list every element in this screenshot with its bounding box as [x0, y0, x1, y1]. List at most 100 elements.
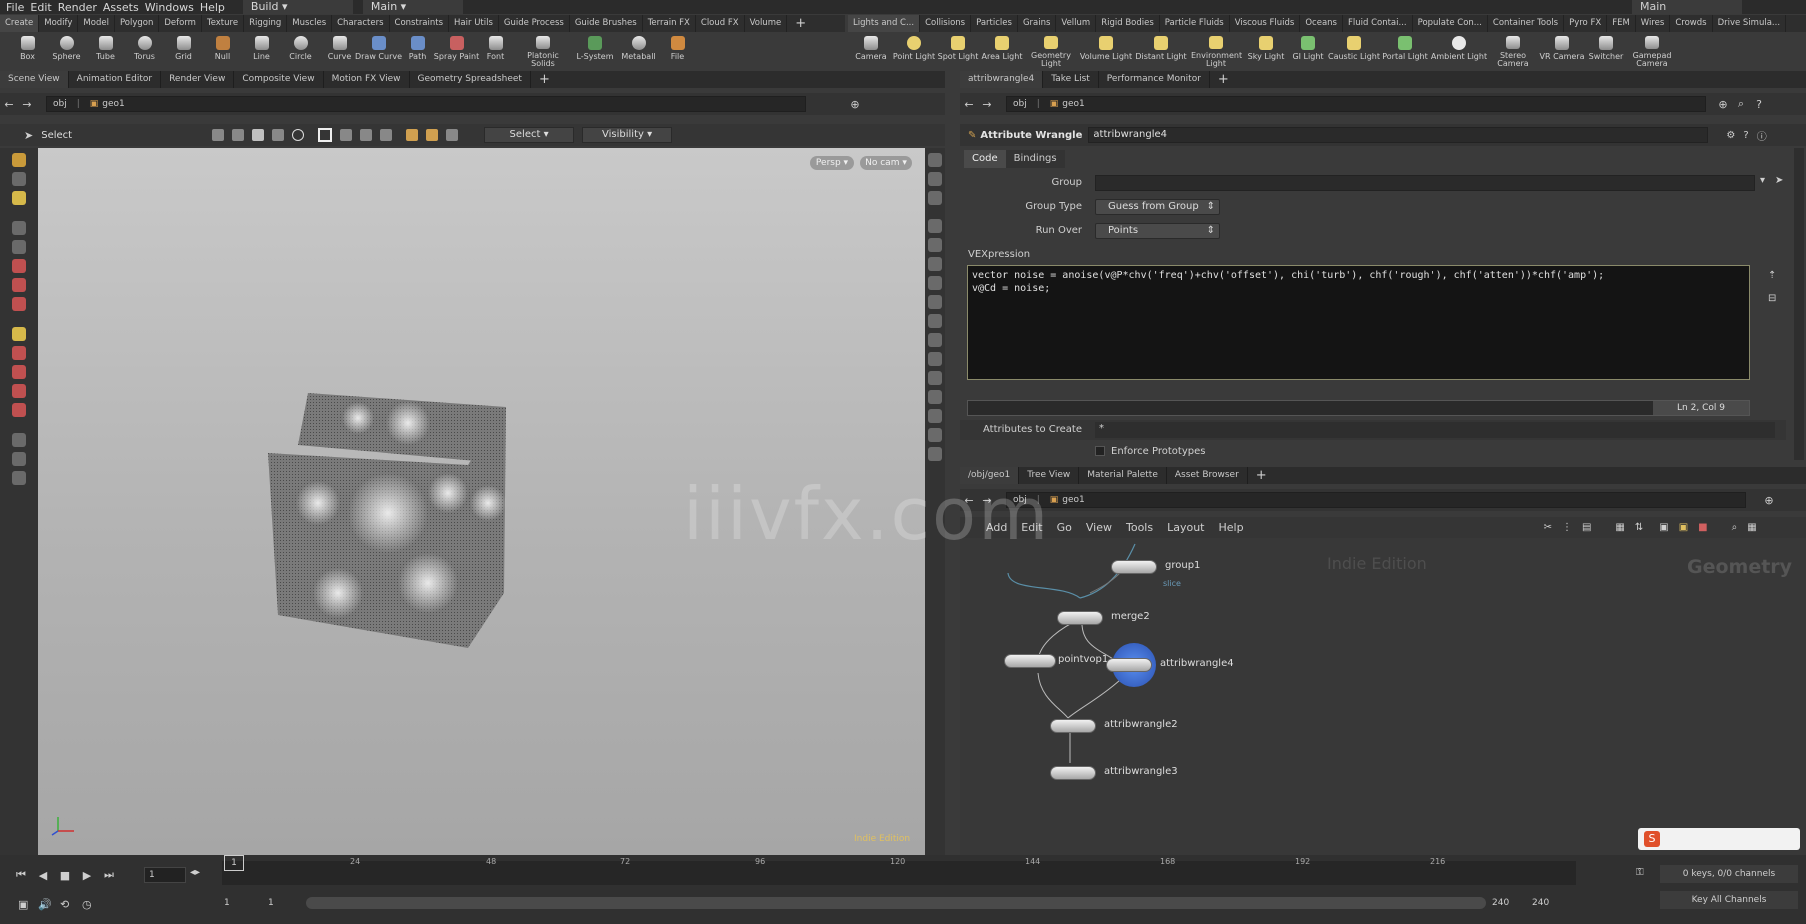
- edit-icon[interactable]: [12, 327, 26, 341]
- tab-geometry-spreadsheet[interactable]: Geometry Spreadsheet: [410, 71, 531, 88]
- shelf-tab[interactable]: Rigid Bodies: [1096, 15, 1160, 32]
- menu-tools[interactable]: Tools: [1126, 521, 1153, 534]
- number-icon[interactable]: [928, 371, 942, 385]
- tool-spot-light[interactable]: Spot Light: [936, 32, 980, 68]
- image-icon[interactable]: ▣: [1659, 522, 1668, 533]
- menu-help[interactable]: Help: [1219, 521, 1244, 534]
- menu-assets[interactable]: Assets: [103, 1, 139, 14]
- enforce-checkbox[interactable]: [1095, 446, 1105, 456]
- component-icon[interactable]: [232, 129, 245, 141]
- shelf-tab[interactable]: Vellum: [1056, 15, 1097, 32]
- tool-area-light[interactable]: Area Light: [980, 32, 1024, 68]
- secure-icon[interactable]: [406, 129, 419, 141]
- step-prev-icon[interactable]: ◂▸: [190, 867, 200, 878]
- range-end[interactable]: 240: [1492, 898, 1509, 908]
- abc-icon[interactable]: [928, 409, 942, 423]
- menu-go[interactable]: Go: [1057, 521, 1072, 534]
- run-over-menu[interactable]: Points ⇕: [1095, 223, 1220, 239]
- tab-animation-editor[interactable]: Animation Editor: [69, 71, 162, 88]
- network-path-field[interactable]: obj | ▣ geo1: [1006, 492, 1746, 508]
- shelf-tab[interactable]: Populate Con...: [1413, 15, 1488, 32]
- transform-icon[interactable]: [12, 365, 26, 379]
- list-icon[interactable]: ▤: [1582, 522, 1591, 533]
- loop-icon[interactable]: ⟲: [60, 898, 82, 911]
- sort-icon[interactable]: ⇅: [1635, 522, 1643, 533]
- tool-grid[interactable]: Grid: [164, 32, 203, 68]
- node-attribwrangle3[interactable]: attribwrangle3: [1050, 766, 1178, 780]
- camera-tool-icon[interactable]: [12, 452, 26, 466]
- shelf-tab[interactable]: Rigging: [244, 15, 288, 32]
- shelf-tab[interactable]: Guide Brushes: [570, 15, 643, 32]
- rotate-icon[interactable]: [12, 278, 26, 292]
- tool-ambient-light[interactable]: Ambient Light: [1430, 32, 1488, 68]
- menu-help[interactable]: Help: [200, 1, 225, 14]
- tool-font[interactable]: Font: [476, 32, 515, 68]
- shelf-tab[interactable]: Viscous Fluids: [1230, 15, 1301, 32]
- snap-icon[interactable]: [426, 129, 439, 141]
- help-icon[interactable]: ?: [1750, 98, 1768, 111]
- tab-composite-view[interactable]: Composite View: [234, 71, 324, 88]
- view-icon[interactable]: [12, 172, 26, 186]
- shelf-tab[interactable]: Texture: [202, 15, 245, 32]
- shelf-tab[interactable]: Terrain FX: [643, 15, 696, 32]
- range-slider[interactable]: [306, 897, 1486, 909]
- node-attribwrangle2[interactable]: attribwrangle2: [1050, 719, 1178, 733]
- tools-icon[interactable]: ✂: [1544, 522, 1552, 533]
- go-end-icon[interactable]: ⏭: [98, 868, 120, 882]
- info-icon[interactable]: ⓘ: [1757, 128, 1767, 143]
- param-scrollbar[interactable]: [1794, 148, 1804, 460]
- desktop-selector[interactable]: Build ▾: [242, 0, 353, 14]
- tool-metaball[interactable]: Metaball: [619, 32, 658, 68]
- tool-gi-light[interactable]: GI Light: [1288, 32, 1328, 68]
- tool-vr-camera[interactable]: VR Camera: [1538, 32, 1586, 68]
- camera-menu[interactable]: No cam ▾: [860, 156, 912, 170]
- select-mode-menu[interactable]: Select ▾: [484, 127, 575, 143]
- menu-layout[interactable]: Layout: [1167, 521, 1204, 534]
- range-start[interactable]: 1: [224, 898, 230, 908]
- path-geo1[interactable]: geo1: [1062, 493, 1084, 507]
- vex-code-editor[interactable]: vector noise = anoise(v@P*chv('freq')+ch…: [967, 265, 1750, 380]
- display-options-icon[interactable]: [928, 153, 942, 167]
- shelf-tab[interactable]: Model: [78, 15, 115, 32]
- node-name-field[interactable]: attribwrangle4: [1088, 127, 1709, 143]
- shelf-tab[interactable]: Lights and C...: [848, 15, 921, 32]
- tool-switcher[interactable]: Switcher: [1586, 32, 1626, 68]
- go-start-icon[interactable]: ⏮: [10, 868, 32, 882]
- shelf-tab[interactable]: Constraints: [390, 15, 450, 32]
- play-icon[interactable]: ▶: [76, 869, 98, 882]
- shelf-tab[interactable]: Crowds: [1670, 15, 1713, 32]
- forward-arrow-icon[interactable]: →: [978, 98, 996, 111]
- shelf-tab[interactable]: Fluid Contai...: [1343, 15, 1413, 32]
- shelf-tab[interactable]: Cloud FX: [696, 15, 745, 32]
- select-arrow-icon[interactable]: ➤: [24, 129, 33, 142]
- shelf-tab[interactable]: Polygon: [115, 15, 160, 32]
- handle-tool-icon[interactable]: [12, 346, 26, 360]
- tool-null[interactable]: Null: [203, 32, 242, 68]
- menu-render[interactable]: Render: [58, 1, 97, 14]
- tab-render-view[interactable]: Render View: [161, 71, 235, 88]
- zoom-icon[interactable]: ▦: [1747, 522, 1756, 533]
- tool-path[interactable]: Path: [398, 32, 437, 68]
- group-type-menu[interactable]: Guess from Group ⇕: [1095, 199, 1220, 215]
- tool-platonic[interactable]: Platonic Solids: [515, 32, 571, 68]
- expand-icon[interactable]: ⇡: [1768, 270, 1776, 281]
- shelf-tab[interactable]: Volume: [745, 15, 788, 32]
- render-icon[interactable]: [12, 433, 26, 447]
- component-icon[interactable]: [272, 129, 285, 141]
- select-arrow-icon[interactable]: ➤: [1775, 175, 1783, 186]
- brush-icon[interactable]: [360, 129, 373, 141]
- tool-tube[interactable]: Tube: [86, 32, 125, 68]
- tool-distant-light[interactable]: Distant Light: [1134, 32, 1188, 68]
- shelf-tab[interactable]: Wires: [1636, 15, 1671, 32]
- tool-curve[interactable]: Curve: [320, 32, 359, 68]
- tool-file[interactable]: File: [658, 32, 697, 68]
- tool-stereo-camera[interactable]: Stereo Camera: [1488, 32, 1538, 68]
- tool-circle[interactable]: Circle: [281, 32, 320, 68]
- move-icon[interactable]: [12, 259, 26, 273]
- pin-icon[interactable]: ⊕: [846, 98, 864, 111]
- range-end-2[interactable]: 240: [1532, 898, 1549, 908]
- tool-box[interactable]: Box: [8, 32, 47, 68]
- path-geo1[interactable]: geo1: [1062, 97, 1084, 111]
- persp-menu[interactable]: Persp ▾: [810, 156, 854, 170]
- desktop-selector-2[interactable]: Main ▾: [362, 0, 463, 14]
